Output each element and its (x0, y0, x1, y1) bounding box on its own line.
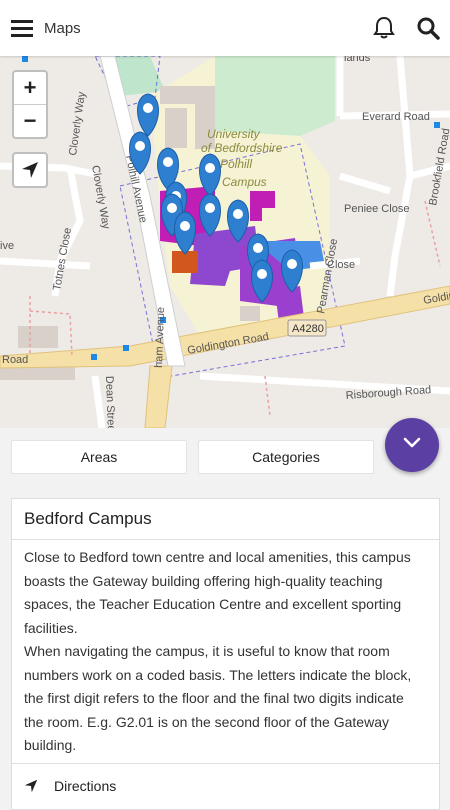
campus-label-3: Polhill (220, 157, 252, 171)
zoom-out-button[interactable]: − (14, 104, 46, 137)
directions-label: Directions (54, 778, 117, 794)
collapse-button[interactable] (385, 418, 439, 472)
areas-button[interactable]: Areas (11, 440, 187, 474)
description-paragraph-2: When navigating the campus, it is useful… (24, 643, 412, 753)
navigation-arrow-icon (24, 779, 46, 793)
road-goldington-left: Road (2, 354, 28, 366)
zoom-control: + − (12, 70, 48, 139)
bell-icon[interactable] (362, 0, 406, 56)
card-description: Close to Bedford town centre and local a… (12, 540, 439, 758)
description-paragraph-1: Close to Bedford town centre and local a… (24, 549, 411, 636)
road-lands: lands (344, 56, 371, 64)
campus-card: Bedford Campus Close to Bedford town cen… (11, 498, 440, 810)
campus-label-2: of Bedfordshire (201, 141, 283, 155)
chevron-down-icon (402, 436, 422, 455)
search-icon[interactable] (406, 0, 450, 56)
categories-button[interactable]: Categories (198, 440, 374, 474)
campus-label-4: Campus (222, 175, 267, 189)
road-ham: ham Avenue (153, 307, 167, 368)
road-everard: Everard Road (362, 111, 430, 123)
road-peniee: Peniee Close (344, 203, 409, 215)
campus-label-1: University (207, 127, 261, 141)
page-title: Maps (44, 19, 81, 37)
road-dean: Dean Street (103, 376, 117, 428)
zoom-in-button[interactable]: + (14, 72, 46, 104)
road-ive: ive (0, 240, 14, 252)
menu-icon[interactable] (0, 0, 44, 56)
card-title: Bedford Campus (12, 499, 439, 540)
campus-map[interactable]: University of Bedfordshire Polhill Campu… (0, 56, 450, 428)
road-shield-a4280: A4280 (292, 323, 324, 335)
locate-icon[interactable] (12, 152, 48, 188)
app-bar: Maps (0, 0, 450, 56)
directions-button[interactable]: Directions (12, 763, 439, 808)
road-close: Close (327, 259, 355, 271)
